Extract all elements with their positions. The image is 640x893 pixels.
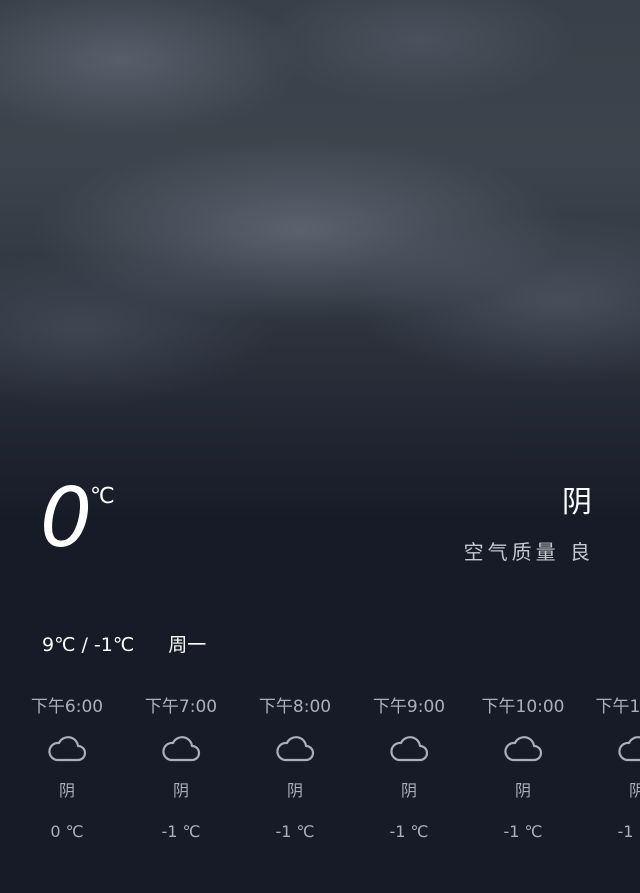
cloud-icon bbox=[352, 724, 466, 774]
current-temperature: 0 bbox=[40, 471, 93, 566]
hour-condition: 阴 bbox=[628, 781, 640, 800]
hour-temperature: -1 ℃ bbox=[503, 822, 543, 841]
hour-temperature: -1 ℃ bbox=[275, 822, 315, 841]
cloud-icon bbox=[466, 724, 580, 774]
hour-condition: 阴 bbox=[514, 781, 531, 800]
hour-temperature: -1 ℃ bbox=[161, 822, 201, 841]
hour-temperature: 0 ℃ bbox=[50, 822, 84, 841]
hourly-item: 下午10:00 阴 -1 ℃ bbox=[466, 690, 580, 842]
cloud-icon bbox=[580, 724, 640, 774]
hour-time: 下午7:00 bbox=[144, 697, 218, 717]
hour-time: 下午9:00 bbox=[372, 697, 446, 717]
daily-weekday: 周一 bbox=[168, 634, 207, 656]
current-condition: 阴 bbox=[562, 485, 594, 520]
hourly-item: 下午7:00 阴 -1 ℃ bbox=[124, 690, 238, 842]
hour-condition: 阴 bbox=[286, 781, 303, 800]
cloud-icon bbox=[10, 724, 124, 774]
hour-condition: 阴 bbox=[400, 781, 417, 800]
hour-time: 下午11:00 bbox=[595, 697, 640, 717]
temperature-unit: ℃ bbox=[90, 484, 115, 509]
cloud-icon bbox=[124, 724, 238, 774]
hour-condition: 阴 bbox=[172, 781, 189, 800]
air-quality: 空气质量 良 bbox=[463, 540, 594, 564]
hour-temperature: -1 ℃ bbox=[389, 822, 429, 841]
hourly-item: 下午8:00 阴 -1 ℃ bbox=[238, 690, 352, 842]
daily-temperature-range: 9℃ / -1℃ bbox=[42, 634, 135, 656]
hour-time: 下午10:00 bbox=[481, 697, 565, 717]
cloud-icon bbox=[238, 724, 352, 774]
hourly-forecast[interactable]: 下午6:00 阴 0 ℃ 下午7:00 阴 -1 ℃ 下午8:00 阴 -1 ℃… bbox=[0, 690, 640, 890]
hourly-item: 下午6:00 阴 0 ℃ bbox=[10, 690, 124, 842]
hour-condition: 阴 bbox=[58, 781, 75, 800]
hour-time: 下午6:00 bbox=[30, 697, 104, 717]
hour-temperature: -1 ℃ bbox=[617, 822, 640, 841]
hour-time: 下午8:00 bbox=[258, 697, 332, 717]
hourly-item: 下午9:00 阴 -1 ℃ bbox=[352, 690, 466, 842]
cloudy-sky-background bbox=[0, 0, 640, 520]
daily-summary: 9℃ / -1℃ 周一 bbox=[42, 636, 206, 655]
hourly-item: 下午11:00 阴 -1 ℃ bbox=[580, 690, 640, 842]
